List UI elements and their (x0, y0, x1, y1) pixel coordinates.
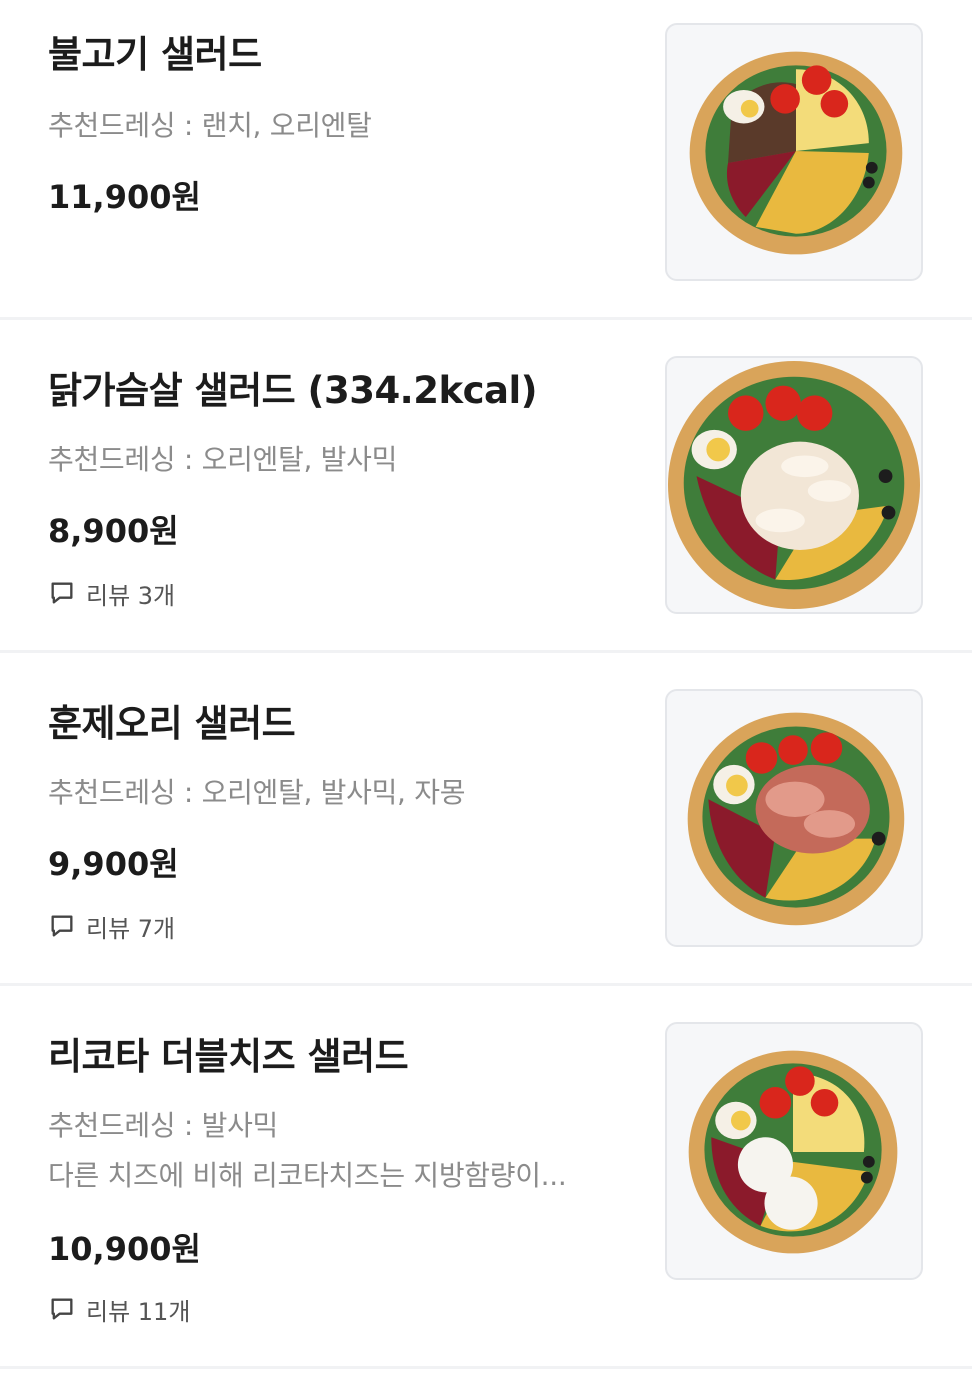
menu-item-dressing: 추천드레싱 : 오리엔탈, 발사믹 (48, 443, 398, 476)
speech-bubble-icon (51, 1298, 73, 1320)
menu-item-price: 9,900원 (48, 845, 179, 883)
menu-item-image[interactable] (665, 356, 923, 614)
menu-item-smoked-duck-salad[interactable]: 훈제오리 샐러드 추천드레싱 : 오리엔탈, 발사믹, 자몽 9,900원 리뷰… (0, 653, 972, 986)
smoked-duck-salad-bowl-image (687, 712, 905, 926)
menu-item-bulgogi-salad[interactable]: 불고기 샐러드 추천드레싱 : 랜치, 오리엔탈 11,900원 (0, 0, 972, 320)
menu-item-chicken-breast-salad[interactable]: 닭가슴살 샐러드 (334.2kcal) 추천드레싱 : 오리엔탈, 발사믹 8… (0, 320, 972, 653)
ricotta-double-cheese-salad-bowl-image (688, 1050, 898, 1254)
review-link[interactable]: 리뷰 3개 (48, 576, 175, 610)
menu-item-price: 10,900원 (48, 1230, 201, 1268)
speech-bubble-icon (51, 915, 73, 937)
menu-item-ricotta-double-cheese-salad[interactable]: 리코타 더블치즈 샐러드 추천드레싱 : 발사믹 다른 치즈에 비해 리코타치즈… (0, 986, 972, 1369)
review-count: 리뷰 3개 (86, 581, 176, 610)
menu-item-image[interactable] (665, 1022, 923, 1280)
chicken-breast-salad-bowl-image (667, 360, 921, 610)
menu-item-title: 리코타 더블치즈 샐러드 (48, 1035, 409, 1078)
menu-item-price: 11,900원 (48, 178, 201, 216)
speech-bubble-icon (51, 582, 73, 604)
review-link[interactable]: 리뷰 11개 (48, 1292, 190, 1326)
menu-item-title: 불고기 샐러드 (48, 33, 262, 76)
menu-item-dressing: 추천드레싱 : 오리엔탈, 발사믹, 자몽 (48, 776, 466, 809)
review-link[interactable]: 리뷰 7개 (48, 909, 175, 943)
menu-list: 불고기 샐러드 추천드레싱 : 랜치, 오리엔탈 11,900원 닭가슴살 샐러… (0, 0, 972, 1381)
review-count: 리뷰 7개 (86, 914, 176, 943)
list-bottom-spacer (0, 1369, 972, 1381)
menu-item-dressing: 추천드레싱 : 발사믹 (48, 1109, 279, 1142)
menu-item-price: 8,900원 (48, 512, 179, 550)
menu-item-description: 다른 치즈에 비해 리코타치즈는 지방함량이... (48, 1159, 567, 1192)
review-count: 리뷰 11개 (86, 1297, 191, 1326)
menu-item-image[interactable] (665, 23, 923, 281)
menu-item-dressing: 추천드레싱 : 랜치, 오리엔탈 (48, 109, 372, 142)
bulgogi-salad-bowl-image (689, 51, 903, 255)
menu-item-title: 닭가슴살 샐러드 (334.2kcal) (48, 369, 538, 412)
menu-item-image[interactable] (665, 689, 923, 947)
menu-item-title: 훈제오리 샐러드 (48, 702, 296, 745)
